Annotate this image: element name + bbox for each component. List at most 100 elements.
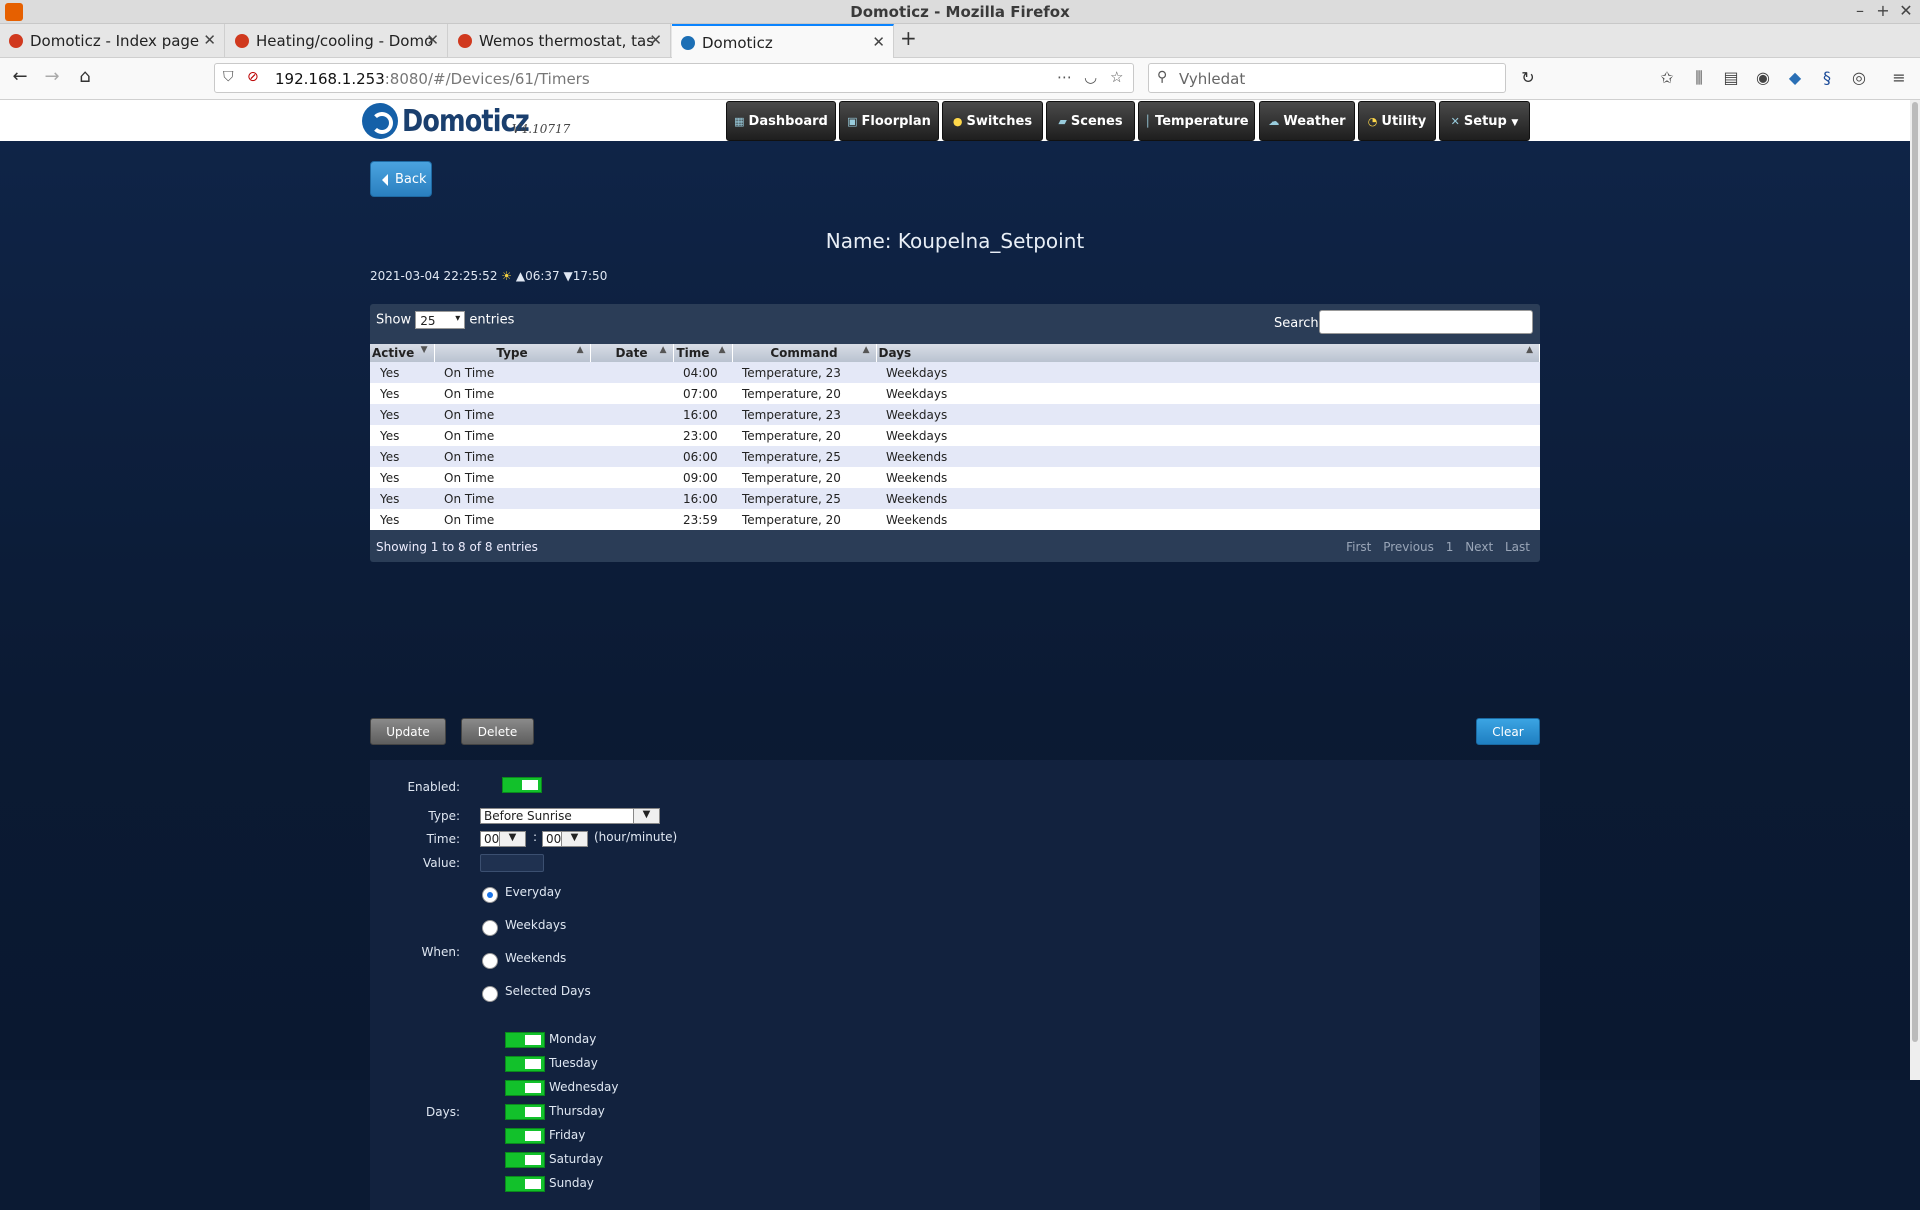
header-label: Type	[496, 346, 528, 360]
table-row[interactable]: Yes On Time 16:00 Temperature, 25 Weekends	[370, 488, 1540, 509]
scrollbar-thumb[interactable]	[1912, 102, 1918, 1042]
pager-next[interactable]: Next	[1465, 540, 1493, 554]
menu-weather[interactable]: ☁ Weather	[1259, 101, 1355, 141]
table-row[interactable]: Yes On Time 04:00 Temperature, 23 Weekdays	[370, 362, 1540, 383]
day-toggle-tuesday[interactable]	[505, 1056, 545, 1072]
home-icon[interactable]: ⌂	[72, 66, 98, 87]
table-row[interactable]: Yes On Time 23:59 Temperature, 20 Weekends	[370, 509, 1540, 530]
pager-first[interactable]: First	[1346, 540, 1371, 554]
close-tab-icon[interactable]: ✕	[426, 31, 439, 49]
close-tab-icon[interactable]: ✕	[203, 31, 216, 49]
account-icon[interactable]: ◎	[1848, 68, 1870, 87]
window-titlebar: Domoticz - Mozilla Firefox – + ✕	[0, 0, 1920, 24]
dashboard-icon: ▦	[734, 115, 745, 128]
bookmarks-icon[interactable]: ✩	[1656, 68, 1678, 87]
close-tab-icon[interactable]: ✕	[649, 31, 662, 49]
cell-date	[590, 383, 673, 404]
day-toggle-wednesday[interactable]	[505, 1080, 545, 1096]
library-icon[interactable]: ⫼	[1688, 68, 1710, 88]
cell-type: On Time	[434, 509, 590, 530]
menu-utility[interactable]: ◔ Utility	[1358, 101, 1436, 141]
tab-heating-cooling[interactable]: Heating/cooling - Domo ✕	[226, 24, 448, 58]
day-toggle-friday[interactable]	[505, 1128, 545, 1144]
forward-arrow-icon[interactable]: →	[39, 66, 65, 87]
column-header-days[interactable]: Days ▲	[876, 344, 1540, 362]
column-header-type[interactable]: Type ▲	[434, 344, 591, 362]
tab-domoticz-index[interactable]: Domoticz - Index page ✕	[0, 24, 225, 58]
table-row[interactable]: Yes On Time 07:00 Temperature, 20 Weekdays	[370, 383, 1540, 404]
day-toggle-saturday[interactable]	[505, 1152, 545, 1168]
pocket-icon[interactable]: ◡	[1084, 68, 1097, 86]
close-tab-icon[interactable]: ✕	[872, 33, 885, 51]
minimize-icon[interactable]: –	[1850, 1, 1870, 20]
insecure-lock-icon[interactable]: ⊘	[247, 69, 259, 85]
day-toggle-sunday[interactable]	[505, 1176, 545, 1192]
extension-icon[interactable]: ◉	[1752, 68, 1774, 87]
column-header-active[interactable]: Active ▼	[370, 344, 435, 362]
utility-icon: ◔	[1367, 115, 1378, 128]
tab-domoticz[interactable]: Domoticz ✕	[672, 24, 894, 58]
cell-active: Yes	[370, 404, 434, 425]
column-header-date[interactable]: Date ▲	[590, 344, 674, 362]
cell-command: Temperature, 25	[732, 488, 876, 509]
search-bar[interactable]: ⚲ Vyhledat	[1148, 63, 1506, 93]
when-everyday-radio[interactable]	[482, 887, 498, 903]
cell-days: Weekdays	[876, 383, 1540, 404]
column-header-time[interactable]: Time ▲	[673, 344, 733, 362]
when-weekdays-radio[interactable]	[482, 920, 498, 936]
back-button[interactable]: Back	[370, 161, 432, 197]
menu-floorplan[interactable]: ▣ Floorplan	[839, 101, 939, 141]
entries-length-select[interactable]: 25	[415, 311, 466, 329]
menu-icon[interactable]: ≡	[1888, 68, 1910, 87]
menu-setup[interactable]: ✕ Setup ▼	[1439, 101, 1530, 141]
current-datetime: 2021-03-04 22:25:52	[370, 269, 498, 283]
menu-switches[interactable]: ● Switches	[942, 101, 1043, 141]
shield-icon[interactable]: ⛉	[223, 69, 234, 85]
when-selected-days-radio[interactable]	[482, 986, 498, 1002]
maximize-icon[interactable]: +	[1873, 1, 1893, 20]
extension-blue-icon[interactable]: ◆	[1784, 68, 1806, 87]
table-search-input[interactable]	[1319, 310, 1533, 334]
new-tab-icon[interactable]: +	[900, 26, 917, 50]
domoticz-favicon-icon	[235, 34, 249, 48]
when-weekdays-label: Weekdays	[505, 918, 567, 932]
cell-command: Temperature, 23	[732, 404, 876, 425]
day-toggle-monday[interactable]	[505, 1032, 545, 1048]
update-button[interactable]: Update	[370, 718, 446, 745]
column-header-command[interactable]: Command ▲	[732, 344, 877, 362]
minute-select[interactable]: 00 ▼	[542, 831, 588, 847]
menu-scenes[interactable]: ▰ Scenes	[1046, 101, 1135, 141]
close-window-icon[interactable]: ✕	[1896, 1, 1916, 20]
sun-icon: ☀	[501, 269, 513, 283]
when-weekends-radio[interactable]	[482, 953, 498, 969]
pager-previous[interactable]: Previous	[1383, 540, 1434, 554]
page-scrollbar[interactable]	[1910, 100, 1920, 1080]
extension-s-icon[interactable]: §	[1816, 68, 1838, 87]
clear-button[interactable]: Clear	[1476, 718, 1540, 745]
more-actions-icon[interactable]: ⋯	[1057, 68, 1072, 86]
menu-temperature[interactable]: │ Temperature	[1138, 101, 1255, 141]
hour-select[interactable]: 00 ▼	[480, 831, 526, 847]
cell-type: On Time	[434, 467, 590, 488]
url-bar[interactable]: ⛉ ⊘ 192.168.1.253:8080/#/Devices/61/Time…	[214, 63, 1134, 93]
table-row[interactable]: Yes On Time 06:00 Temperature, 25 Weekends	[370, 446, 1540, 467]
pager-last[interactable]: Last	[1505, 540, 1530, 554]
back-arrow-icon[interactable]: ←	[7, 66, 33, 87]
day-toggle-thursday[interactable]	[505, 1104, 545, 1120]
pagination: First Previous 1 Next Last	[1338, 540, 1530, 554]
table-row[interactable]: Yes On Time 23:00 Temperature, 20 Weekdays	[370, 425, 1540, 446]
header-label: Days	[878, 346, 912, 360]
type-select[interactable]: Before Sunrise ▼	[480, 808, 660, 824]
tab-wemos-thermostat[interactable]: Wemos thermostat, tas ✕	[449, 24, 671, 58]
sidebar-icon[interactable]: ▤	[1720, 68, 1742, 87]
value-input[interactable]	[480, 854, 544, 872]
menu-dashboard[interactable]: ▦ Dashboard	[726, 101, 836, 141]
bookmark-star-icon[interactable]: ☆	[1110, 68, 1123, 86]
enabled-toggle[interactable]	[502, 777, 542, 793]
cell-time: 04:00	[673, 362, 732, 383]
delete-button[interactable]: Delete	[461, 718, 534, 745]
pager-page-1[interactable]: 1	[1446, 540, 1454, 554]
table-row[interactable]: Yes On Time 09:00 Temperature, 20 Weekends	[370, 467, 1540, 488]
table-row[interactable]: Yes On Time 16:00 Temperature, 23 Weekdays	[370, 404, 1540, 425]
reload-icon[interactable]: ↻	[1515, 68, 1541, 87]
